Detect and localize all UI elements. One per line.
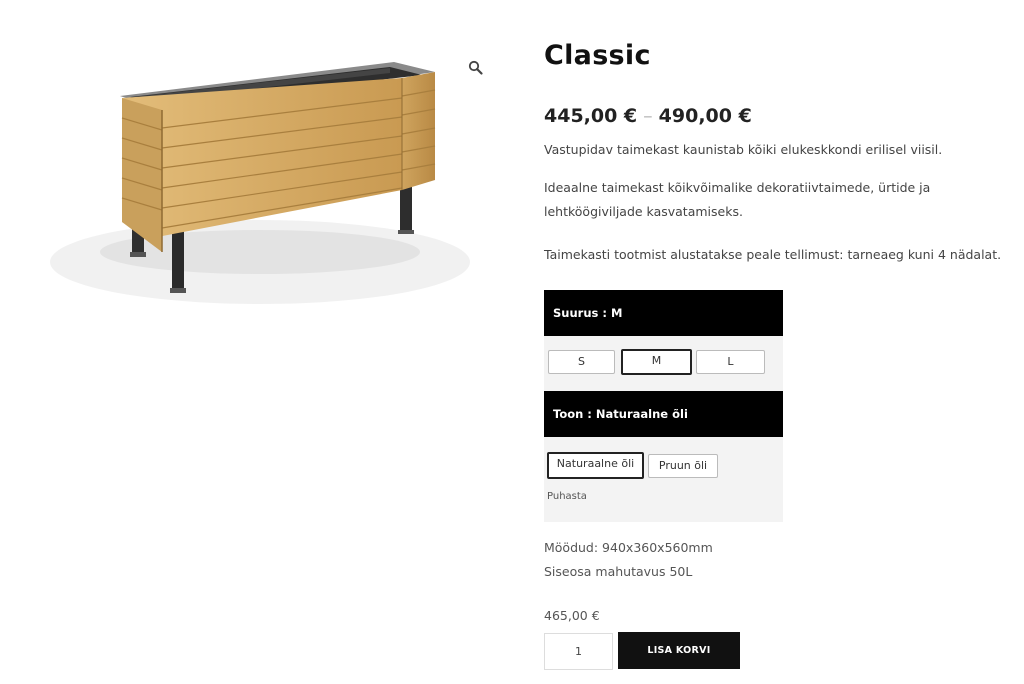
size-option-l[interactable]: L [696,350,765,374]
product-gallery [30,40,490,310]
product-image[interactable] [30,40,490,310]
variations-panel: Suurus : M S M L Toon : Naturaalne õli N… [544,290,783,522]
description-line: Ideaalne taimekast kõikvõimalike dekorat… [544,180,931,195]
price-separator: – [643,105,653,127]
size-option-s[interactable]: S [548,350,615,374]
description-line: lehtköögiviljade kasvatamiseks. [544,204,743,219]
product-title: Classic [544,40,651,71]
quantity-input[interactable] [544,633,613,670]
variation-price: 465,00 € [544,608,600,623]
description-line: Taimekasti tootmist alustatakse peale te… [544,247,1002,262]
add-to-cart-button[interactable]: LISA KORVI [618,632,740,669]
zoom-magnifier-icon[interactable] [467,59,485,77]
price-max: 490,00 € [658,105,752,127]
color-option-pruun[interactable]: Pruun õli [648,454,718,478]
capacity-text: Siseosa mahutavus 50L [544,564,693,579]
size-header: Suurus : M [544,290,783,336]
size-option-m[interactable]: M [621,349,692,375]
price-min: 445,00 € [544,105,638,127]
color-header: Toon : Naturaalne õli [544,391,783,437]
clear-variations-link[interactable]: Puhasta [547,491,587,502]
price-range: 445,00 € –490,00 € [544,105,752,127]
dimensions-text: Möödud: 940x360x560mm [544,540,713,555]
description-line: Vastupidav taimekast kaunistab kõiki elu… [544,142,943,157]
color-option-naturaalne[interactable]: Naturaalne õli [547,452,644,479]
